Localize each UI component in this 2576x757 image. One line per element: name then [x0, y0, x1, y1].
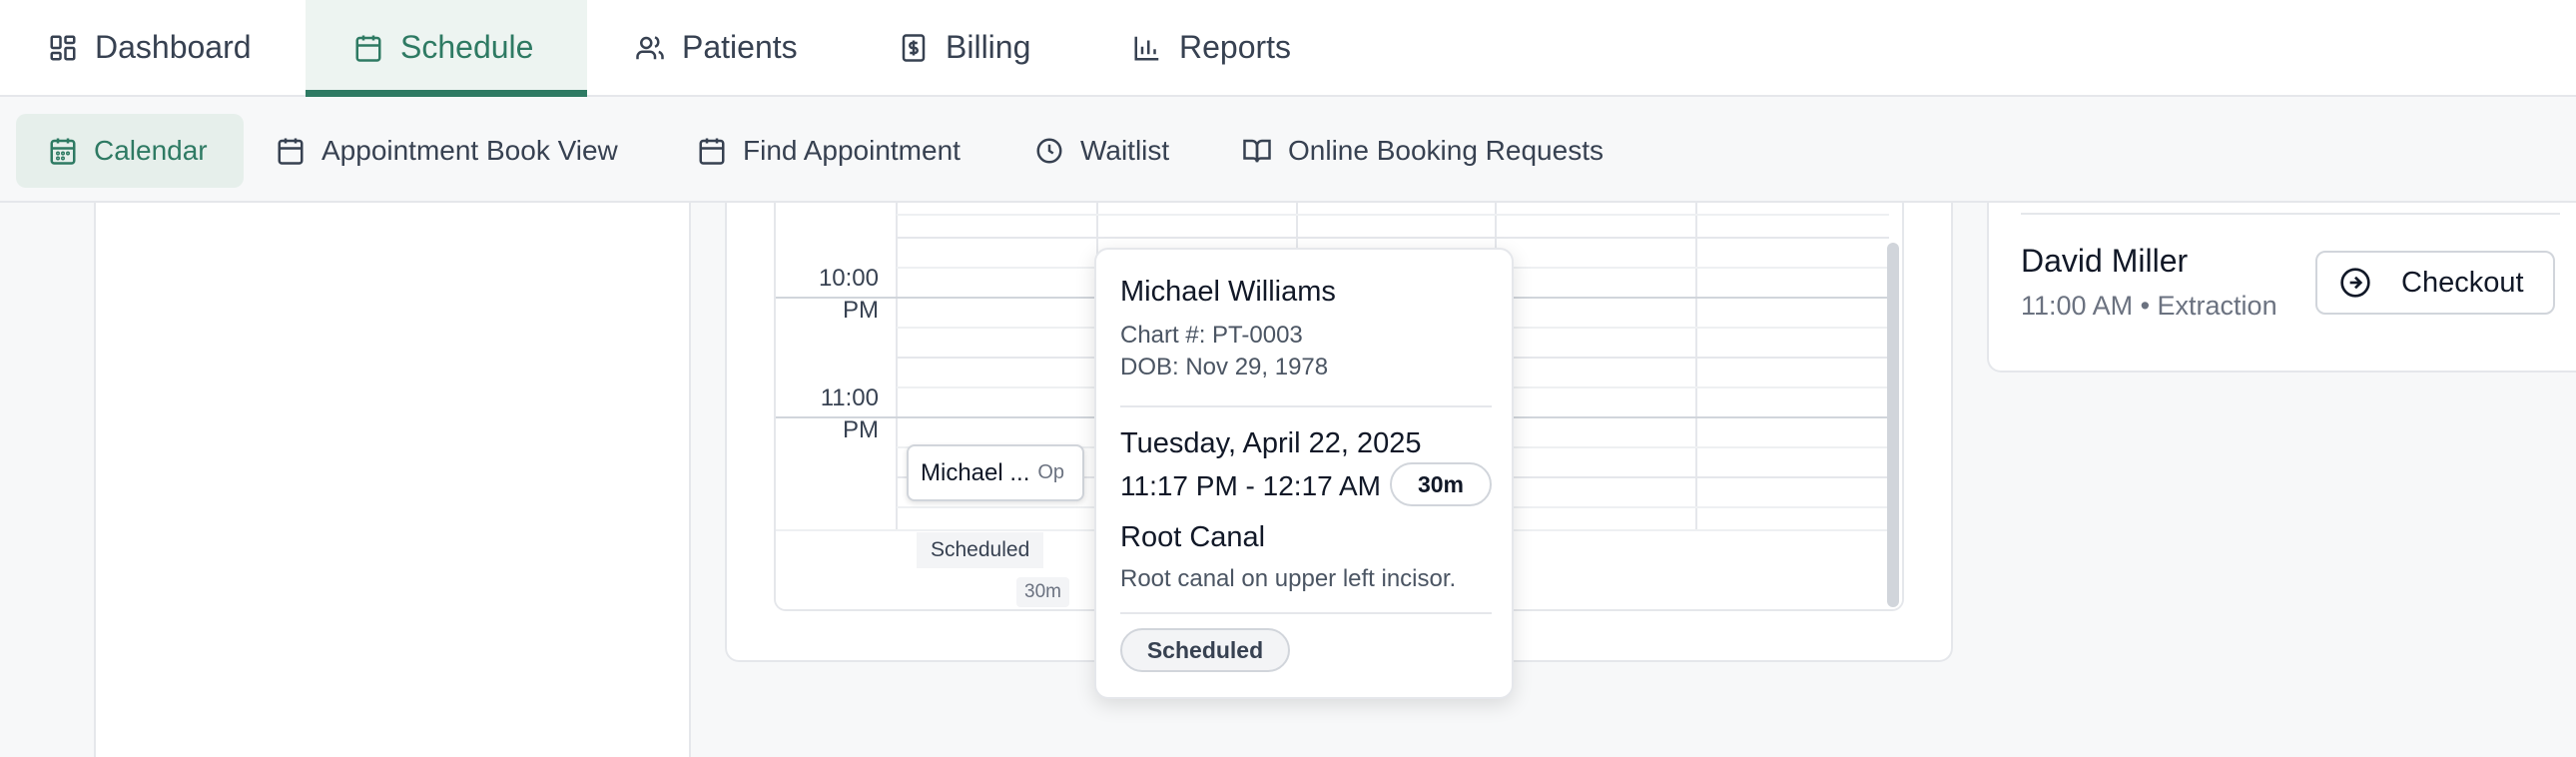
checkout-button[interactable]: Checkout	[2315, 251, 2555, 315]
tab-schedule[interactable]: Schedule	[306, 0, 587, 97]
subtab-label: Appointment Book View	[322, 135, 618, 166]
time-label-meridiem: PM	[843, 297, 879, 324]
tab-billing[interactable]: Billing	[899, 0, 1030, 95]
sub-navigation: Calendar Appointment Book View Find Appo…	[0, 97, 2576, 203]
subtab-online-booking-requests[interactable]: Online Booking Requests	[1242, 114, 1604, 188]
left-panel	[94, 203, 691, 757]
calendar-icon	[697, 136, 727, 166]
calendar-icon	[276, 136, 306, 166]
users-icon	[635, 33, 665, 63]
appointment-date: Tuesday, April 22, 2025	[1120, 427, 1422, 459]
subtab-label: Waitlist	[1080, 135, 1170, 166]
appointment-popover: Michael Williams Chart #: PT-0003 DOB: N…	[1094, 248, 1514, 699]
subtab-label: Online Booking Requests	[1288, 135, 1604, 166]
checkout-button-label: Checkout	[2401, 266, 2524, 299]
appointment-chip-duration: 30m	[1016, 577, 1069, 607]
checkout-panel: David Miller 11:00 AM • Extraction Check…	[1987, 203, 2576, 373]
subtab-label: Calendar	[94, 135, 208, 166]
divider	[1120, 405, 1492, 407]
chart-number: Chart #: PT-0003	[1120, 322, 1303, 349]
subtab-waitlist[interactable]: Waitlist	[1034, 114, 1169, 188]
appointment-chip-status: Scheduled	[917, 532, 1044, 568]
tab-label: Reports	[1179, 29, 1292, 65]
calendar-icon	[48, 136, 78, 166]
calendar-scrollbar[interactable]	[1887, 243, 1899, 607]
tab-reports[interactable]: Reports	[1132, 0, 1291, 95]
patient-name: Michael Williams	[1120, 276, 1336, 308]
calendar-icon	[353, 33, 383, 63]
arrow-right-circle-icon	[2339, 267, 2371, 299]
time-label-hour: 11:00	[820, 384, 879, 411]
time-label-meridiem: PM	[843, 416, 879, 443]
subtab-find-appointment[interactable]: Find Appointment	[697, 114, 961, 188]
checkout-patient-name: David Miller	[2021, 243, 2189, 279]
time-label-hour: 10:00	[818, 265, 879, 292]
duration-badge: 30m	[1390, 462, 1492, 506]
tab-label: Dashboard	[95, 29, 252, 65]
top-navigation: Dashboard Schedule Patients Billing Repo…	[0, 0, 2576, 97]
appointment-chip-name: Michael ...	[921, 458, 1030, 486]
bar-chart-icon	[1132, 33, 1162, 63]
subtab-appointment-book-view[interactable]: Appointment Book View	[276, 114, 618, 188]
appointment-chip-op: Op	[1037, 461, 1065, 483]
appointment-time-range: 11:17 PM - 12:17 AM	[1120, 470, 1381, 501]
appointment-chip[interactable]: Michael ... Op	[907, 444, 1084, 501]
checkout-appointment-detail: 11:00 AM • Extraction	[2021, 291, 2277, 321]
grid-icon	[48, 33, 78, 63]
tab-patients[interactable]: Patients	[635, 0, 798, 95]
clock-icon	[1034, 136, 1064, 166]
time-label-11pm: 11:00 PM	[799, 382, 879, 446]
procedure-name: Root Canal	[1120, 521, 1266, 553]
book-open-icon	[1242, 136, 1272, 166]
divider	[1120, 612, 1492, 614]
status-badge: Scheduled	[1120, 628, 1290, 672]
divider	[2021, 213, 2560, 215]
subtab-label: Find Appointment	[743, 135, 961, 166]
tab-label: Billing	[946, 29, 1031, 65]
tab-label: Patients	[682, 29, 798, 65]
date-of-birth: DOB: Nov 29, 1978	[1120, 354, 1329, 380]
tab-dashboard[interactable]: Dashboard	[48, 0, 252, 95]
time-label-10pm: 10:00 PM	[799, 263, 879, 327]
tab-label: Schedule	[400, 29, 534, 65]
subtab-calendar[interactable]: Calendar	[16, 114, 244, 188]
dollar-receipt-icon	[899, 33, 929, 63]
procedure-note: Root canal on upper left incisor.	[1120, 565, 1457, 592]
